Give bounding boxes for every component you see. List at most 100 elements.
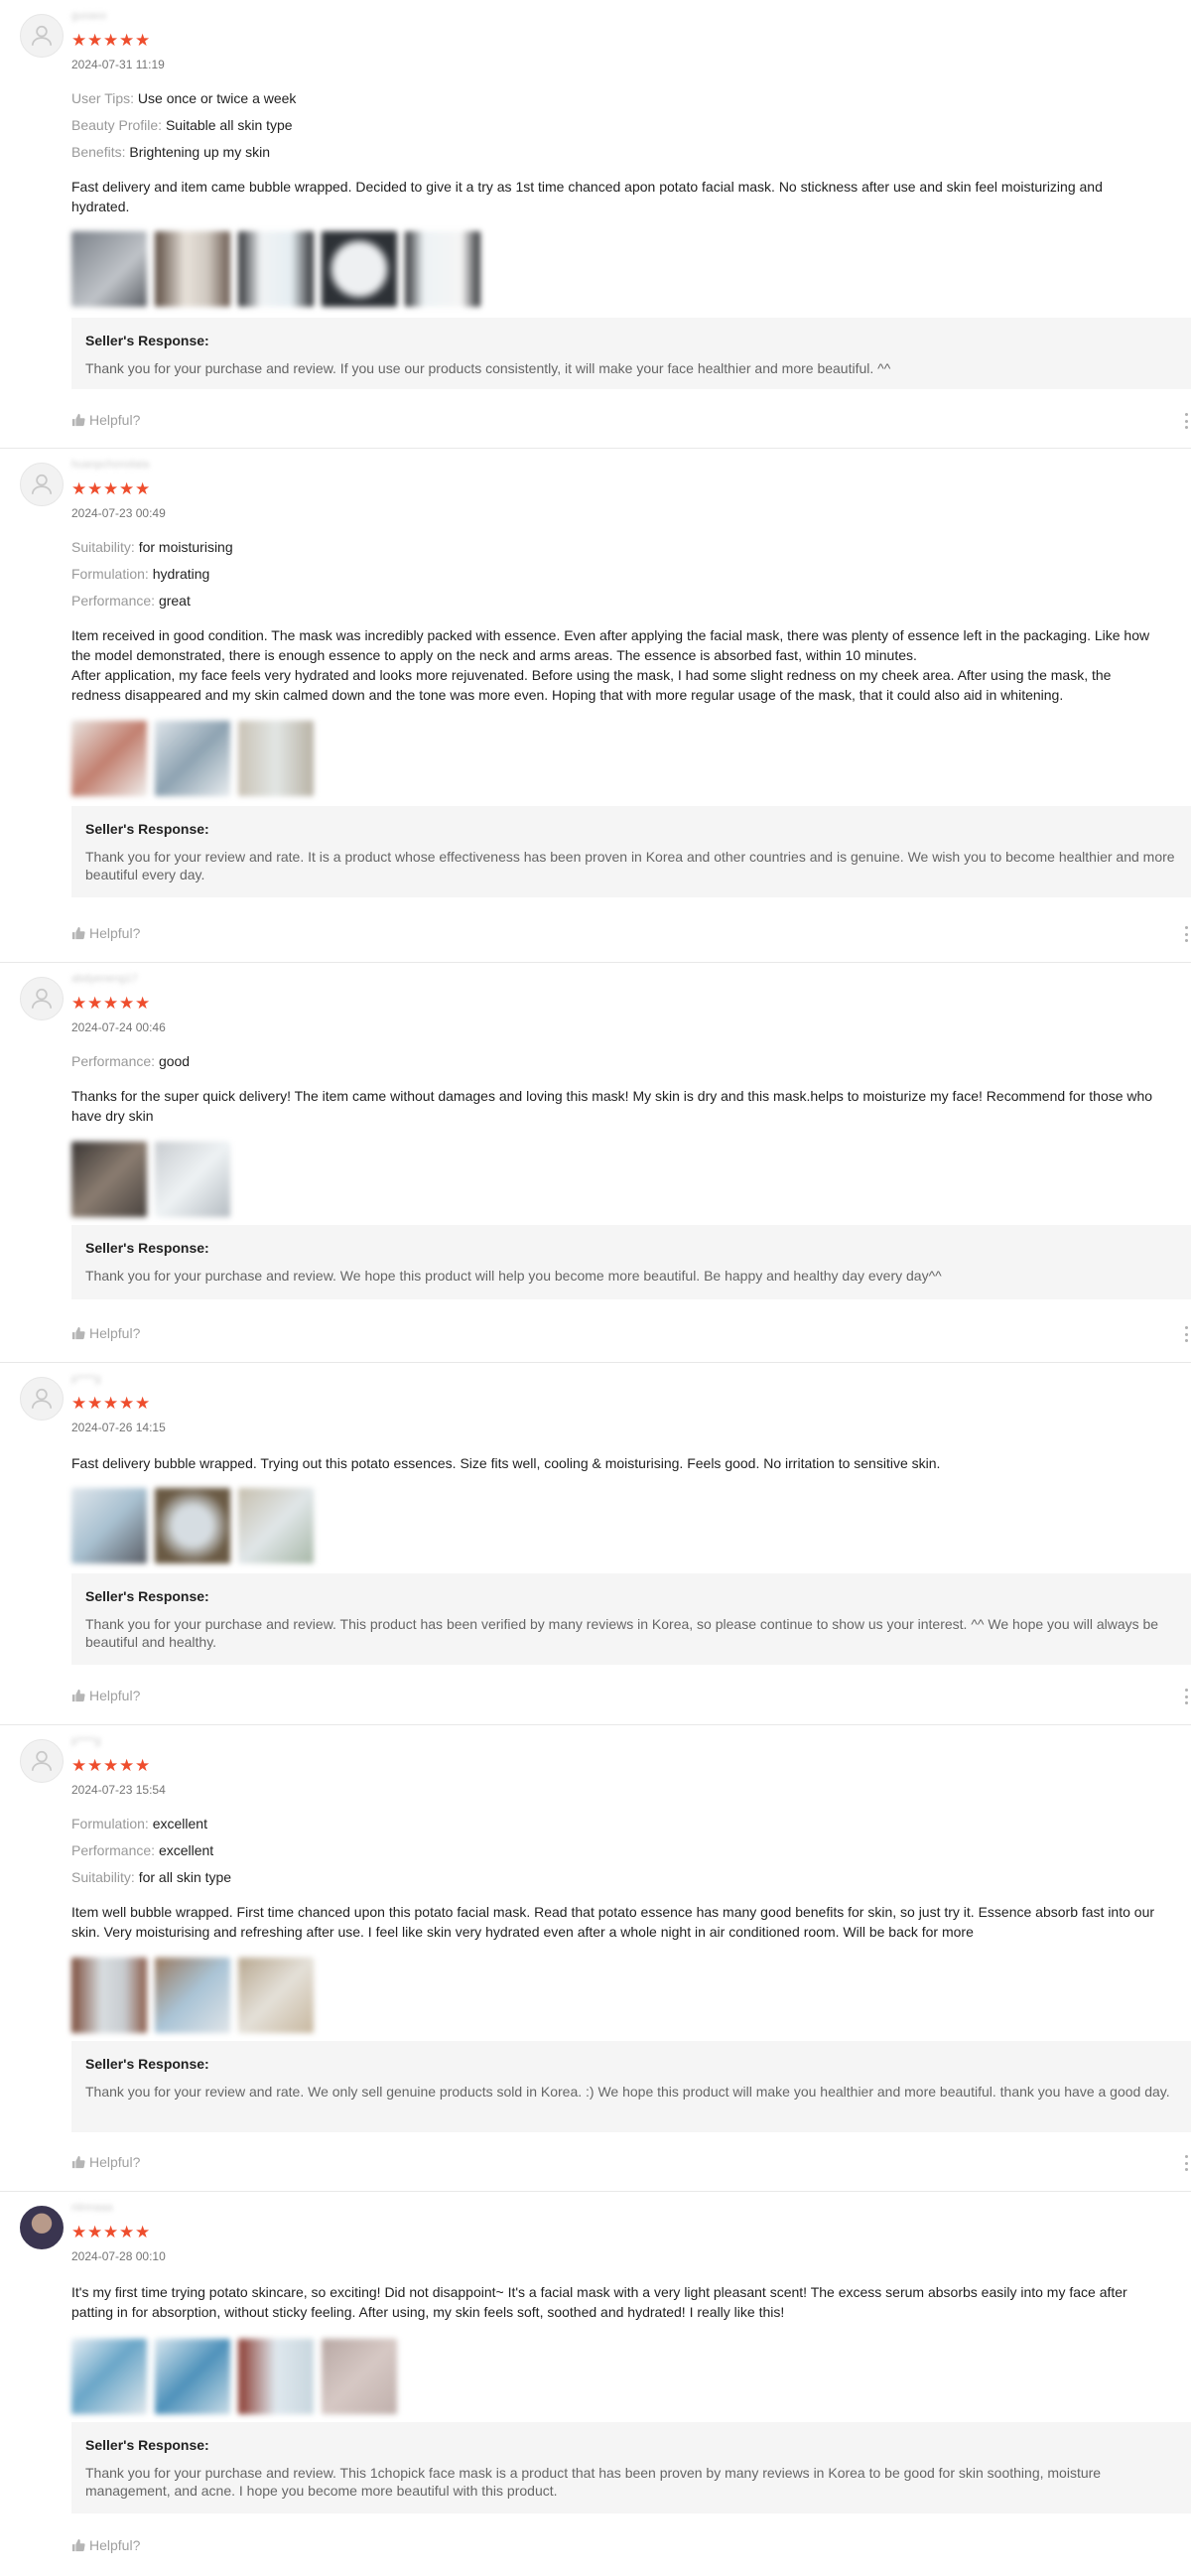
review-image-thumbnail[interactable] [155,2339,230,2414]
star-icon: ★ [135,31,151,50]
review-image-thumbnail[interactable] [405,231,480,307]
username[interactable]: p****g [71,1373,100,1385]
review-media [71,2339,397,2414]
review-image-thumbnail[interactable] [155,1958,230,2033]
helpful-button[interactable]: Helpful? [71,1688,140,1703]
review-video-thumbnail[interactable] [71,721,147,796]
review-image-thumbnail[interactable] [155,1142,230,1217]
rating-stars: ★★★★★ [71,995,151,1013]
avatar[interactable] [20,2206,64,2249]
user-icon [31,1388,53,1409]
seller-response-text: Thank you for your review and rate. We o… [85,2084,1170,2100]
review-image-thumbnail[interactable] [155,721,230,796]
star-icon: ★ [135,1394,151,1413]
review-date: 2024-07-24 00:46 [71,1020,166,1034]
review-image-thumbnail[interactable] [238,1488,314,1563]
review-item: huanpchonolata ★★★★★ 2024-07-23 00:49 Su… [0,449,1191,963]
star-icon: ★ [87,31,103,50]
review-item: p****g ★★★★★ 2024-07-23 15:54 Formulatio… [0,1725,1191,2192]
user-icon [31,25,53,46]
star-icon: ★ [103,479,119,498]
more-vertical-icon[interactable] [1181,1326,1191,1342]
star-icon: ★ [119,31,135,50]
review-video-thumbnail[interactable] [71,1488,147,1563]
helpful-label: Helpful? [89,2154,141,2170]
review-item: p****g ★★★★★ 2024-07-26 14:15 Fast deliv… [0,1363,1191,1725]
user-icon [31,474,53,494]
review-text: Item received in good condition. The mas… [71,627,1150,703]
helpful-button[interactable]: Helpful? [71,925,140,941]
review-image-thumbnail[interactable] [238,1958,314,2033]
avatar[interactable] [20,14,64,58]
thumbs-up-icon [71,1689,85,1702]
review-image-thumbnail[interactable] [71,1958,147,2033]
review-image-thumbnail[interactable] [322,2339,397,2414]
helpful-label: Helpful? [89,2537,141,2553]
star-icon: ★ [71,1756,87,1775]
avatar[interactable] [20,1377,64,1421]
more-vertical-icon[interactable] [1181,2155,1191,2171]
helpful-button[interactable]: Helpful? [71,2154,140,2170]
more-vertical-icon[interactable] [1181,1689,1191,1704]
thumbs-up-icon [71,2155,85,2169]
seller-response-title: Seller's Response: [85,333,209,348]
review-image-thumbnail[interactable] [71,2339,147,2414]
review-date: 2024-07-23 00:49 [71,506,166,520]
review-video-thumbnail[interactable] [71,231,147,307]
review-image-thumbnail[interactable] [238,2339,314,2414]
review-video-thumbnail[interactable] [71,1142,147,1217]
review-attribute: Beauty Profile: Suitable all skin type [71,117,293,133]
review-media [71,231,480,307]
review-text: Fast delivery bubble wrapped. Trying out… [71,1455,941,1471]
thumbs-up-icon [71,926,85,940]
review-image-thumbnail[interactable] [155,231,230,307]
star-icon: ★ [71,479,87,498]
username[interactable]: niinnaaa [71,2202,113,2214]
more-vertical-icon[interactable] [1181,413,1191,429]
star-icon: ★ [87,1756,103,1775]
helpful-label: Helpful? [89,412,141,428]
user-icon [31,988,53,1009]
username[interactable]: abdyeneng17 [71,973,138,985]
review-image-thumbnail[interactable] [322,231,397,307]
avatar[interactable] [20,977,64,1020]
avatar[interactable] [20,463,64,506]
review-list: guoaxx ★★★★★ 2024-07-31 11:19 User Tips:… [0,0,1191,2576]
star-icon: ★ [119,2223,135,2241]
username[interactable]: huanpchonolata [71,459,149,471]
review-media [71,1958,314,2033]
review-attribute: Benefits: Brightening up my skin [71,144,271,160]
star-icon: ★ [87,994,103,1013]
review-text: It's my first time trying potato skincar… [71,2284,1127,2320]
review-date: 2024-07-31 11:19 [71,58,165,71]
review-media [71,1142,230,1217]
review-date: 2024-07-23 15:54 [71,1783,166,1797]
star-icon: ★ [135,479,151,498]
review-image-thumbnail[interactable] [155,1488,230,1563]
rating-stars: ★★★★★ [71,32,151,50]
helpful-button[interactable]: Helpful? [71,2537,140,2553]
review-image-thumbnail[interactable] [238,721,314,796]
seller-response: Seller's Response: Thank you for your pu… [71,1573,1191,1665]
review-date: 2024-07-28 00:10 [71,2249,166,2263]
thumbs-up-icon [71,2538,85,2552]
star-icon: ★ [71,1394,87,1413]
review-text: Thanks for the super quick delivery! The… [71,1088,1153,1124]
review-item: niinnaaa ★★★★★ 2024-07-28 00:10 It's my … [0,2192,1191,2576]
helpful-button[interactable]: Helpful? [71,1325,140,1341]
star-icon: ★ [103,1756,119,1775]
username[interactable]: guoaxx [71,10,106,22]
seller-response-text: Thank you for your review and rate. It i… [85,849,1175,882]
avatar[interactable] [20,1739,64,1783]
star-icon: ★ [103,31,119,50]
star-icon: ★ [87,1394,103,1413]
more-vertical-icon[interactable] [1181,926,1191,942]
review-image-thumbnail[interactable] [238,231,314,307]
star-icon: ★ [87,479,103,498]
helpful-button[interactable]: Helpful? [71,412,140,428]
seller-response-title: Seller's Response: [85,1240,209,1256]
helpful-label: Helpful? [89,1688,141,1703]
review-media [71,1488,314,1563]
review-text: Fast delivery and item came bubble wrapp… [71,179,1103,214]
username[interactable]: p****g [71,1735,100,1747]
